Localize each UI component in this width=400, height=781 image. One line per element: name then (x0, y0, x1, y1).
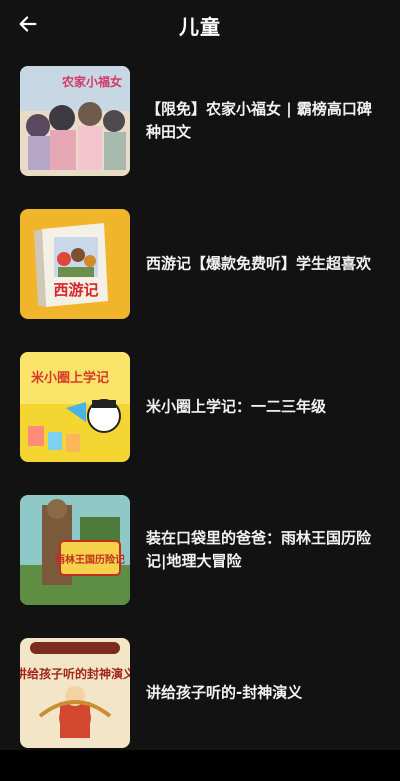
page-title: 儿童 (179, 15, 221, 39)
book-title: 米小圈上学记：一二三年级 (146, 397, 327, 416)
list-item[interactable]: 西游记 西游记【爆款免费听】学生超喜欢 (0, 209, 400, 319)
book-title: 装在口袋里的爸爸：雨林王国历险记|地理大冒险 (146, 529, 372, 570)
list-item[interactable]: 雨林王国历险记 装在口袋里的爸爸：雨林王国历险记|地理大冒险 (0, 495, 400, 605)
book-cover: 雨林王国历险记 (20, 495, 130, 605)
book-title: 西游记【爆款免费听】学生超喜欢 (146, 254, 372, 273)
book-cover: 米小圈上学记 (20, 352, 130, 462)
cover-title: 讲给孩子听的封神演义 (20, 666, 130, 681)
book-cover: 农家小福女 (20, 66, 130, 176)
cover-title: 农家小福女 (61, 74, 122, 89)
cover-title: 米小圈上学记 (31, 370, 109, 386)
book-title: 【限免】农家小福女 | 霸榜高口碑种田文 (146, 100, 372, 141)
book-cover: 西游记 (20, 209, 130, 319)
app-header: 儿童 (0, 0, 400, 50)
cover-title: 西游记 (53, 281, 98, 299)
list-item[interactable]: 农家小福女 【限免】农家小福女 | 霸榜高口碑种田文 (0, 66, 400, 176)
book-cover: 讲给孩子听的封神演义 (20, 638, 130, 748)
book-list: 农家小福女 【限免】农家小福女 | 霸榜高口碑种田文 西游记 西游记【爆款免费听… (0, 66, 400, 781)
list-item[interactable]: 讲给孩子听的封神演义 讲给孩子听的-封神演义 (0, 638, 400, 748)
cover-title: 雨林王国历险记 (55, 553, 125, 566)
list-item[interactable]: 米小圈上学记 米小圈上学记：一二三年级 (0, 352, 400, 462)
book-title: 讲给孩子听的-封神演义 (146, 683, 303, 702)
